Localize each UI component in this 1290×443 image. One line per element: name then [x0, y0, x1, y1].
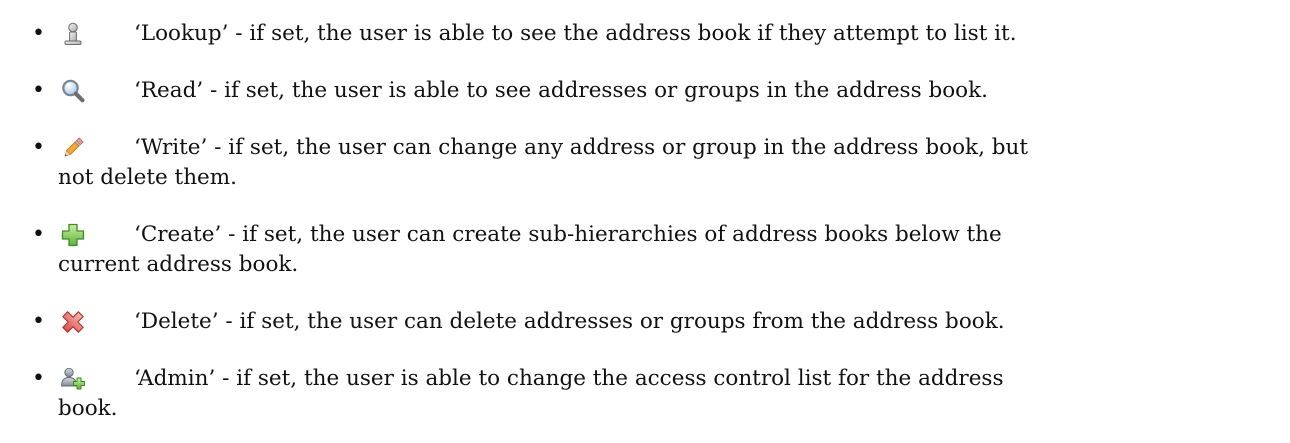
bullet: •	[32, 135, 45, 160]
permission-text: ‘Create’ - if set, the user can create s…	[134, 222, 1002, 247]
bullet: •	[32, 21, 45, 46]
lookup-person-icon	[60, 21, 86, 47]
permission-text: ‘Read’ - if set, the user is able to see…	[134, 78, 988, 103]
red-cross-icon	[60, 309, 86, 335]
permission-text: ‘Admin’ - if set, the user is able to ch…	[134, 366, 1004, 391]
bullet: •	[32, 78, 45, 103]
permission-text-continued: book.	[58, 396, 118, 421]
permission-text-continued: current address book.	[58, 252, 299, 277]
permission-text: ‘Write’ - if set, the user can change an…	[134, 135, 1028, 160]
permission-text-continued: not delete them.	[58, 165, 237, 190]
bullet: •	[32, 366, 45, 391]
bullet: •	[32, 222, 45, 247]
pencil-icon	[60, 135, 86, 161]
green-plus-icon	[60, 222, 86, 248]
magnifier-icon	[60, 78, 86, 104]
bullet: •	[32, 309, 45, 334]
permission-text: ‘Delete’ - if set, the user can delete a…	[134, 309, 1005, 334]
permission-text: ‘Lookup’ - if set, the user is able to s…	[134, 21, 1017, 46]
users-add-icon	[60, 366, 86, 392]
